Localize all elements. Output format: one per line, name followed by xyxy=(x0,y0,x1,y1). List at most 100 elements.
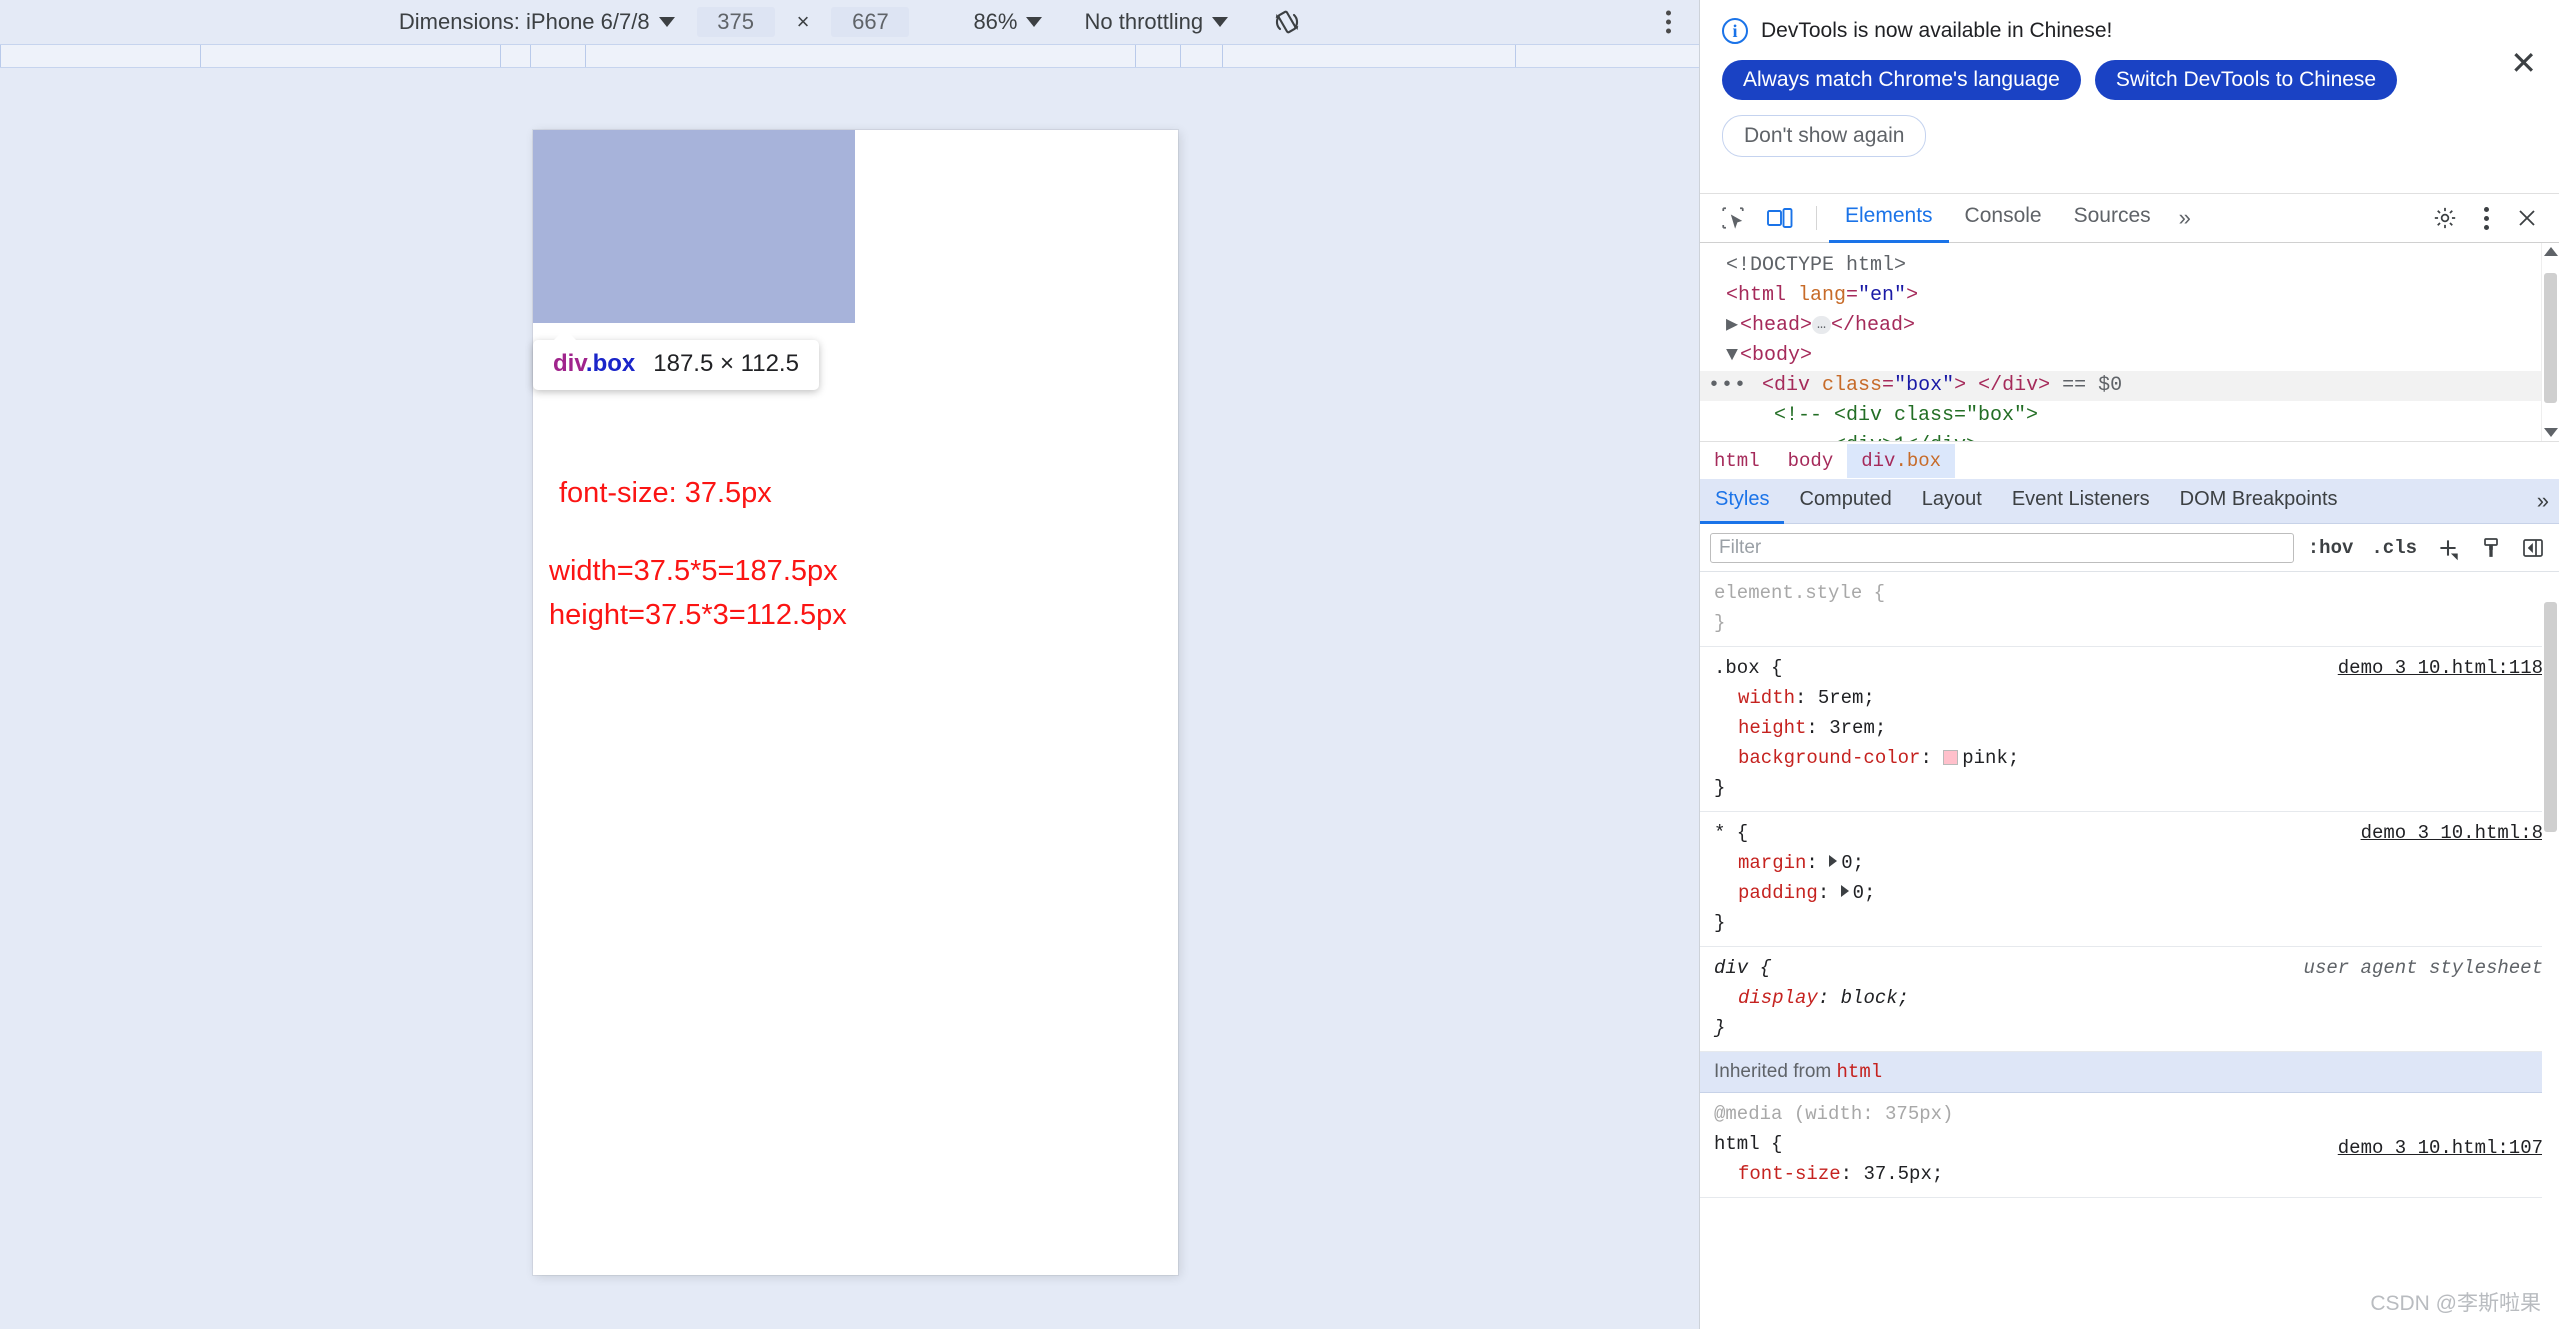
tab-elements[interactable]: Elements xyxy=(1829,194,1949,243)
always-match-language-button[interactable]: Always match Chrome's language xyxy=(1722,60,2081,100)
scrollbar-thumb[interactable] xyxy=(2544,602,2557,832)
close-devtools-icon[interactable] xyxy=(2505,200,2549,236)
dom-line-doctype[interactable]: <!DOCTYPE html> xyxy=(1700,251,2559,281)
rule-selector[interactable]: .box { xyxy=(1714,657,1782,679)
dimension-separator: × xyxy=(796,9,810,34)
device-toolbar: Dimensions: iPhone 6/7/8 × 86% No thrott… xyxy=(0,0,1699,44)
element-highlight-tooltip: div.box 187.5 × 112.5 xyxy=(533,329,819,390)
toggle-hover-state-button[interactable]: :hov xyxy=(2304,533,2358,563)
tab-computed[interactable]: Computed xyxy=(1784,479,1906,524)
rule-selector[interactable]: * { xyxy=(1714,822,1748,844)
rule-div-user-agent[interactable]: user agent stylesheet div { display: blo… xyxy=(1700,947,2559,1052)
scrollbar-thumb[interactable] xyxy=(2544,273,2557,403)
kebab-dot xyxy=(2484,224,2489,230)
declaration-value[interactable]: 37.5px; xyxy=(1863,1163,1943,1185)
tab-layout[interactable]: Layout xyxy=(1907,479,1997,524)
declaration-margin[interactable]: margin: 0; xyxy=(1714,848,2545,878)
breadcrumb-item-div-box[interactable]: div.box xyxy=(1847,443,1956,478)
declaration-property: height xyxy=(1738,717,1807,739)
more-sidebar-tabs-icon[interactable]: » xyxy=(2537,488,2549,514)
declaration-font-size[interactable]: font-size: 37.5px; xyxy=(1714,1159,2545,1189)
zoom-selector[interactable]: 86% xyxy=(971,7,1043,37)
dom-line-comment-child-1[interactable]: <div>1</div> xyxy=(1700,431,2559,441)
rule-universal[interactable]: demo_3_10.html:8 * { margin: 0; padding:… xyxy=(1700,812,2559,947)
tab-dom-breakpoints[interactable]: DOM Breakpoints xyxy=(2165,479,2353,524)
rule-html-media[interactable]: @media (width: 375px) demo_3_10.html:107… xyxy=(1700,1093,2559,1198)
color-swatch-icon[interactable] xyxy=(1943,750,1959,765)
declaration-value[interactable]: 0; xyxy=(1841,852,1864,874)
throttling-selector[interactable]: No throttling xyxy=(1082,7,1229,37)
switch-to-chinese-button[interactable]: Switch DevTools to Chinese xyxy=(2094,60,2398,100)
declaration-value[interactable]: 0; xyxy=(1853,882,1876,904)
declaration-value: block; xyxy=(1840,987,1910,1009)
declaration-height[interactable]: height: 3rem; xyxy=(1714,713,2545,743)
declaration-property: padding xyxy=(1738,882,1818,904)
styles-rules-list[interactable]: element.style { } demo_3_10.html:118 .bo… xyxy=(1700,572,2559,1329)
breadcrumb-item-html[interactable]: html xyxy=(1700,444,1774,478)
chevron-down-icon xyxy=(1212,17,1229,27)
tab-sources[interactable]: Sources xyxy=(2058,194,2167,243)
rule-source-label: user agent stylesheet xyxy=(2303,957,2543,979)
toggle-element-classes-button[interactable]: .cls xyxy=(2367,533,2421,563)
rule-source-link[interactable]: demo_3_10.html:8 xyxy=(2361,818,2543,848)
kebab-dot xyxy=(2484,206,2489,212)
paintbrush-icon[interactable] xyxy=(2475,534,2507,562)
device-toggle-icon[interactable] xyxy=(1756,201,1804,235)
dom-line-text: <div>1</div> xyxy=(1834,434,1978,441)
declaration-property: font-size xyxy=(1738,1163,1841,1185)
devtools-more-menu-icon[interactable] xyxy=(2472,201,2501,236)
collapse-panel-icon[interactable] xyxy=(2517,534,2549,562)
dom-tree-scrollbar[interactable] xyxy=(2541,243,2559,441)
rule-element-style[interactable]: element.style { } xyxy=(1700,572,2559,647)
expand-shorthand-icon[interactable] xyxy=(1829,855,1838,867)
node-badge-icon[interactable]: ••• xyxy=(1708,371,1747,401)
dont-show-again-button[interactable]: Don't show again xyxy=(1722,115,1927,157)
plus-icon[interactable] xyxy=(2431,533,2465,563)
dom-line-body[interactable]: ▼<body> xyxy=(1700,341,2559,371)
breadcrumb-item-body[interactable]: body xyxy=(1774,444,1848,478)
rule-close-brace: } xyxy=(1714,777,1726,799)
highlighted-box-element[interactable] xyxy=(533,130,855,323)
more-tabs-icon[interactable]: » xyxy=(2167,199,2203,237)
rule-source-link[interactable]: demo_3_10.html:107 xyxy=(2338,1133,2543,1163)
collapsed-content-icon[interactable]: … xyxy=(1812,315,1832,334)
tab-styles[interactable]: Styles xyxy=(1700,479,1785,524)
declaration-width[interactable]: width: 5rem; xyxy=(1714,683,2545,713)
declaration-value[interactable]: 5rem; xyxy=(1818,687,1875,709)
styles-scrollbar[interactable] xyxy=(2542,572,2559,1329)
rule-box[interactable]: demo_3_10.html:118 .box { width: 5rem; h… xyxy=(1700,647,2559,812)
collapse-arrow-icon[interactable]: ▼ xyxy=(1726,341,1740,371)
tab-event-listeners[interactable]: Event Listeners xyxy=(1997,479,2165,524)
scroll-down-icon[interactable] xyxy=(2543,428,2558,437)
inspect-element-icon[interactable] xyxy=(1710,201,1756,235)
device-toolbar-more-button[interactable] xyxy=(1660,5,1677,40)
rotate-icon[interactable] xyxy=(1272,7,1302,37)
expand-arrow-icon[interactable]: ▶ xyxy=(1726,311,1740,341)
gear-icon[interactable] xyxy=(2422,199,2468,237)
declaration-background-color[interactable]: background-color: pink; xyxy=(1714,743,2545,773)
scroll-up-icon[interactable] xyxy=(2543,247,2558,256)
rule-selector[interactable]: html { xyxy=(1714,1133,1782,1155)
declaration-property: margin xyxy=(1738,852,1807,874)
styles-filter-input[interactable] xyxy=(1710,532,2294,563)
viewport-height-input[interactable] xyxy=(831,7,910,37)
declaration-value[interactable]: pink; xyxy=(1962,747,2019,769)
declaration-value[interactable]: 3rem; xyxy=(1829,717,1886,739)
inherited-section-header: Inherited from html xyxy=(1700,1052,2559,1093)
dom-line-html[interactable]: <html lang="en"> xyxy=(1700,281,2559,311)
declaration-padding[interactable]: padding: 0; xyxy=(1714,878,2545,908)
viewport-width-input[interactable] xyxy=(696,7,775,37)
banner-close-icon[interactable]: ✕ xyxy=(2510,47,2537,79)
device-selector[interactable]: Dimensions: iPhone 6/7/8 xyxy=(397,7,675,37)
device-selector-label: Dimensions: iPhone 6/7/8 xyxy=(398,9,650,34)
dom-line-head[interactable]: ▶<head>… </head> xyxy=(1700,311,2559,341)
dom-tree[interactable]: <!DOCTYPE html> <html lang="en"> ▶<head>… xyxy=(1700,243,2559,441)
dom-line-selected-div[interactable]: ••• <div class="box"> </div> == $0 xyxy=(1700,371,2559,401)
annotation-font-size: font-size: 37.5px xyxy=(559,477,772,509)
rule-source-link[interactable]: demo_3_10.html:118 xyxy=(2338,653,2543,683)
inherited-source-node[interactable]: html xyxy=(1837,1061,1883,1083)
dom-line-comment-open[interactable]: <!-- <div class="box"> xyxy=(1700,401,2559,431)
expand-shorthand-icon[interactable] xyxy=(1840,885,1849,897)
tab-console[interactable]: Console xyxy=(1949,194,2058,243)
tooltip-selector: div.box xyxy=(553,350,635,378)
